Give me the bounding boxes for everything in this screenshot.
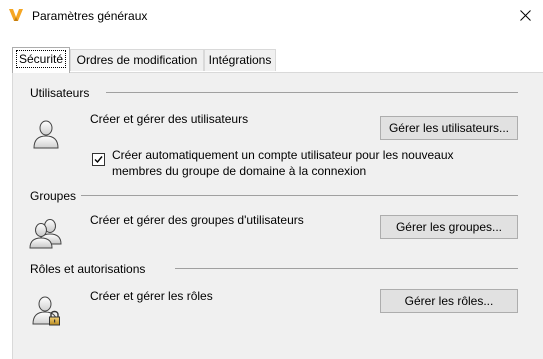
roles-section-title: Rôles et autorisations	[30, 262, 146, 276]
auto-create-user-label-line2: membres du groupe de domaine à la connex…	[112, 164, 367, 178]
tab-security-label: Sécurité	[15, 50, 67, 68]
tab-integrations-label: Intégrations	[208, 53, 272, 67]
tab-change-orders[interactable]: Ordres de modification	[70, 49, 204, 71]
users-section-divider	[106, 92, 518, 93]
group-icon	[28, 217, 62, 249]
auto-create-user-label-line1: Créer automatiquement un compte utilisat…	[112, 148, 454, 162]
checkmark-icon	[94, 156, 103, 164]
users-description: Créer et gérer des utilisateurs	[90, 112, 249, 126]
users-section-title: Utilisateurs	[30, 86, 90, 100]
manage-users-button[interactable]: Gérer les utilisateurs...	[380, 116, 518, 140]
title-bar: Paramètres généraux	[0, 0, 543, 31]
manage-roles-button[interactable]: Gérer les rôles...	[380, 289, 518, 313]
security-panel: Utilisateurs Créer et gérer des utilisat…	[12, 72, 543, 359]
tab-security[interactable]: Sécurité	[12, 47, 70, 73]
manage-groups-button[interactable]: Gérer les groupes...	[380, 215, 518, 239]
auto-create-user-checkbox[interactable]	[92, 153, 105, 166]
roles-section-divider	[175, 268, 518, 269]
window-title: Paramètres généraux	[32, 9, 148, 23]
tab-change-orders-label: Ordres de modification	[76, 53, 198, 67]
settings-window: Paramètres généraux Sécurité Ordres de m…	[0, 0, 543, 359]
close-icon	[520, 10, 531, 21]
role-lock-icon	[30, 293, 62, 326]
groups-section-title: Groupes	[30, 189, 77, 203]
groups-section-divider	[81, 195, 518, 196]
app-logo-icon	[8, 7, 24, 23]
tab-integrations[interactable]: Intégrations	[204, 49, 276, 71]
user-icon	[30, 117, 62, 149]
close-button[interactable]	[512, 4, 540, 28]
roles-description: Créer et gérer les rôles	[90, 289, 213, 303]
groups-description: Créer et gérer des groupes d'utilisateur…	[90, 213, 304, 227]
